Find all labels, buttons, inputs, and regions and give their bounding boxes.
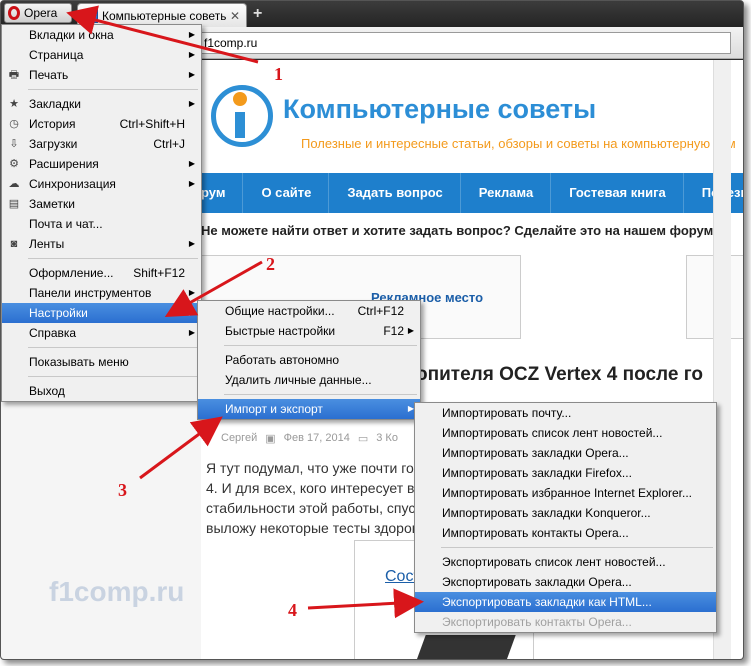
annotation-number-4: 4	[288, 600, 297, 620]
annotation-number-2: 2	[266, 254, 275, 274]
annotation-number-3: 3	[118, 480, 127, 500]
arrow-3	[139, 416, 223, 480]
arrow-2	[164, 260, 263, 317]
annotation-number-1: 1	[274, 64, 283, 84]
arrow-1	[66, 5, 259, 64]
arrow-4	[307, 588, 424, 619]
annotation-arrows	[66, 5, 424, 619]
